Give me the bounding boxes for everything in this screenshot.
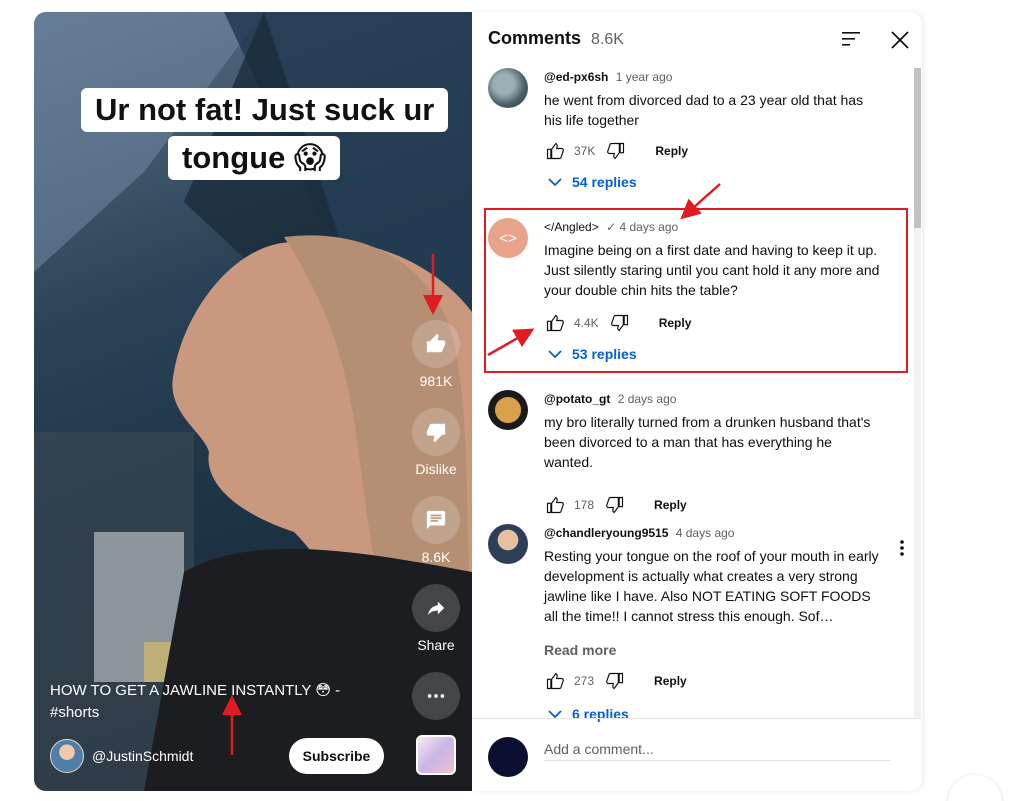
chevron-down-icon <box>548 178 562 187</box>
comments-count: 8.6K <box>591 31 624 48</box>
more-options-button[interactable] <box>412 672 460 720</box>
like-button[interactable] <box>544 670 566 692</box>
add-comment-input[interactable] <box>544 737 890 761</box>
comment-author[interactable]: @potato_gt <box>544 392 610 406</box>
comment-icon <box>426 510 446 530</box>
dislike-button[interactable] <box>412 408 460 456</box>
share-icon <box>427 601 445 616</box>
user-avatar[interactable] <box>488 737 528 777</box>
thumbs-up-icon <box>546 142 564 160</box>
dislike-button[interactable] <box>605 140 627 162</box>
video-caption-line-2: tongue 😱 <box>168 136 341 180</box>
comment-text: Resting your tongue on the roof of your … <box>544 548 879 624</box>
read-more-link[interactable]: Read more <box>544 642 616 658</box>
thumbs-down-icon <box>607 142 625 160</box>
comment-actions: 178 Reply <box>544 494 687 516</box>
comment-item: @ed-px6sh 1 year ago he went from divorc… <box>488 68 908 198</box>
comment-item: @chandleryoung9515 4 days ago Resting yo… <box>488 524 908 722</box>
comment-author[interactable]: @ed-px6sh <box>544 70 608 84</box>
share-button[interactable] <box>412 584 460 632</box>
reply-button[interactable]: Reply <box>655 144 688 158</box>
comment-actions: 37K Reply <box>544 140 688 162</box>
more-vertical-icon[interactable] <box>892 538 912 558</box>
comments-panel: Comments 8.6K @ed-px6sh 1 year ago he we… <box>472 12 922 791</box>
add-comment-bar <box>472 718 922 791</box>
video-title[interactable]: HOW TO GET A JAWLINE INSTANTLY 😳 - #shor… <box>50 680 380 724</box>
comment-like-count: 273 <box>574 674 595 688</box>
thumbs-up-icon <box>426 333 446 353</box>
channel-info[interactable]: @JustinSchmidt <box>50 739 193 773</box>
comment-item: @potato_gt 2 days ago my bro literally t… <box>488 390 908 514</box>
comment-text: my bro literally turned from a drunken h… <box>544 414 871 470</box>
comment-meta: @potato_gt 2 days ago <box>544 392 676 406</box>
comment-like-count: 37K <box>574 144 596 158</box>
like-count: 981K <box>419 373 453 389</box>
shorts-page: Ur not fat! Just suck ur tongue 😱 981K D… <box>0 0 1014 801</box>
comments-button[interactable] <box>412 496 460 544</box>
comment-actions: 273 Reply <box>544 670 687 692</box>
view-replies-button[interactable]: 54 replies <box>548 174 637 190</box>
comment-meta: @ed-px6sh 1 year ago <box>544 70 672 84</box>
thumbs-up-icon <box>546 672 564 690</box>
channel-avatar[interactable] <box>50 739 84 773</box>
like-button[interactable] <box>544 140 566 162</box>
dislike-label: Dislike <box>415 461 457 477</box>
replies-count[interactable]: 54 replies <box>572 174 637 190</box>
video-caption-line-1: Ur not fat! Just suck ur <box>81 88 449 132</box>
video-player[interactable]: Ur not fat! Just suck ur tongue 😱 981K D… <box>34 12 472 791</box>
thumbs-down-icon <box>426 423 446 443</box>
comment-avatar[interactable] <box>488 390 528 430</box>
comments-title: Comments <box>488 28 582 48</box>
comment-text: he went from divorced dad to a 23 year o… <box>544 92 864 128</box>
comment-avatar[interactable] <box>488 524 528 564</box>
thumbs-up-icon <box>546 496 564 514</box>
sort-icon[interactable] <box>842 30 862 48</box>
comment-time[interactable]: 1 year ago <box>616 70 673 84</box>
sound-thumbnail[interactable] <box>416 735 456 775</box>
comments-scrollbar[interactable] <box>914 68 921 718</box>
subscribe-button[interactable]: Subscribe <box>289 738 384 774</box>
reply-button[interactable]: Reply <box>654 674 687 688</box>
like-button[interactable] <box>544 494 566 516</box>
highlight-box <box>484 208 908 373</box>
scrollbar-thumb[interactable] <box>914 68 921 228</box>
more-horizontal-icon <box>427 694 445 698</box>
reply-button[interactable]: Reply <box>654 498 687 512</box>
thumbs-down-icon <box>606 672 624 690</box>
comment-time[interactable]: 4 days ago <box>676 526 735 540</box>
dislike-button[interactable] <box>604 670 626 692</box>
comments-header: Comments 8.6K <box>488 28 624 49</box>
share-label: Share <box>417 637 455 653</box>
comment-avatar[interactable] <box>488 68 528 108</box>
like-button[interactable] <box>412 320 460 368</box>
dislike-button[interactable] <box>604 494 626 516</box>
floating-action-button[interactable] <box>948 775 1002 801</box>
channel-name[interactable]: @JustinSchmidt <box>92 748 193 764</box>
comment-time[interactable]: 2 days ago <box>618 392 677 406</box>
close-icon[interactable] <box>890 30 910 50</box>
comment-count: 8.6K <box>421 549 451 565</box>
thumbs-down-icon <box>606 496 624 514</box>
comment-like-count: 178 <box>574 498 595 512</box>
comment-author[interactable]: @chandleryoung9515 <box>544 526 668 540</box>
comment-meta: @chandleryoung9515 4 days ago <box>544 526 734 540</box>
